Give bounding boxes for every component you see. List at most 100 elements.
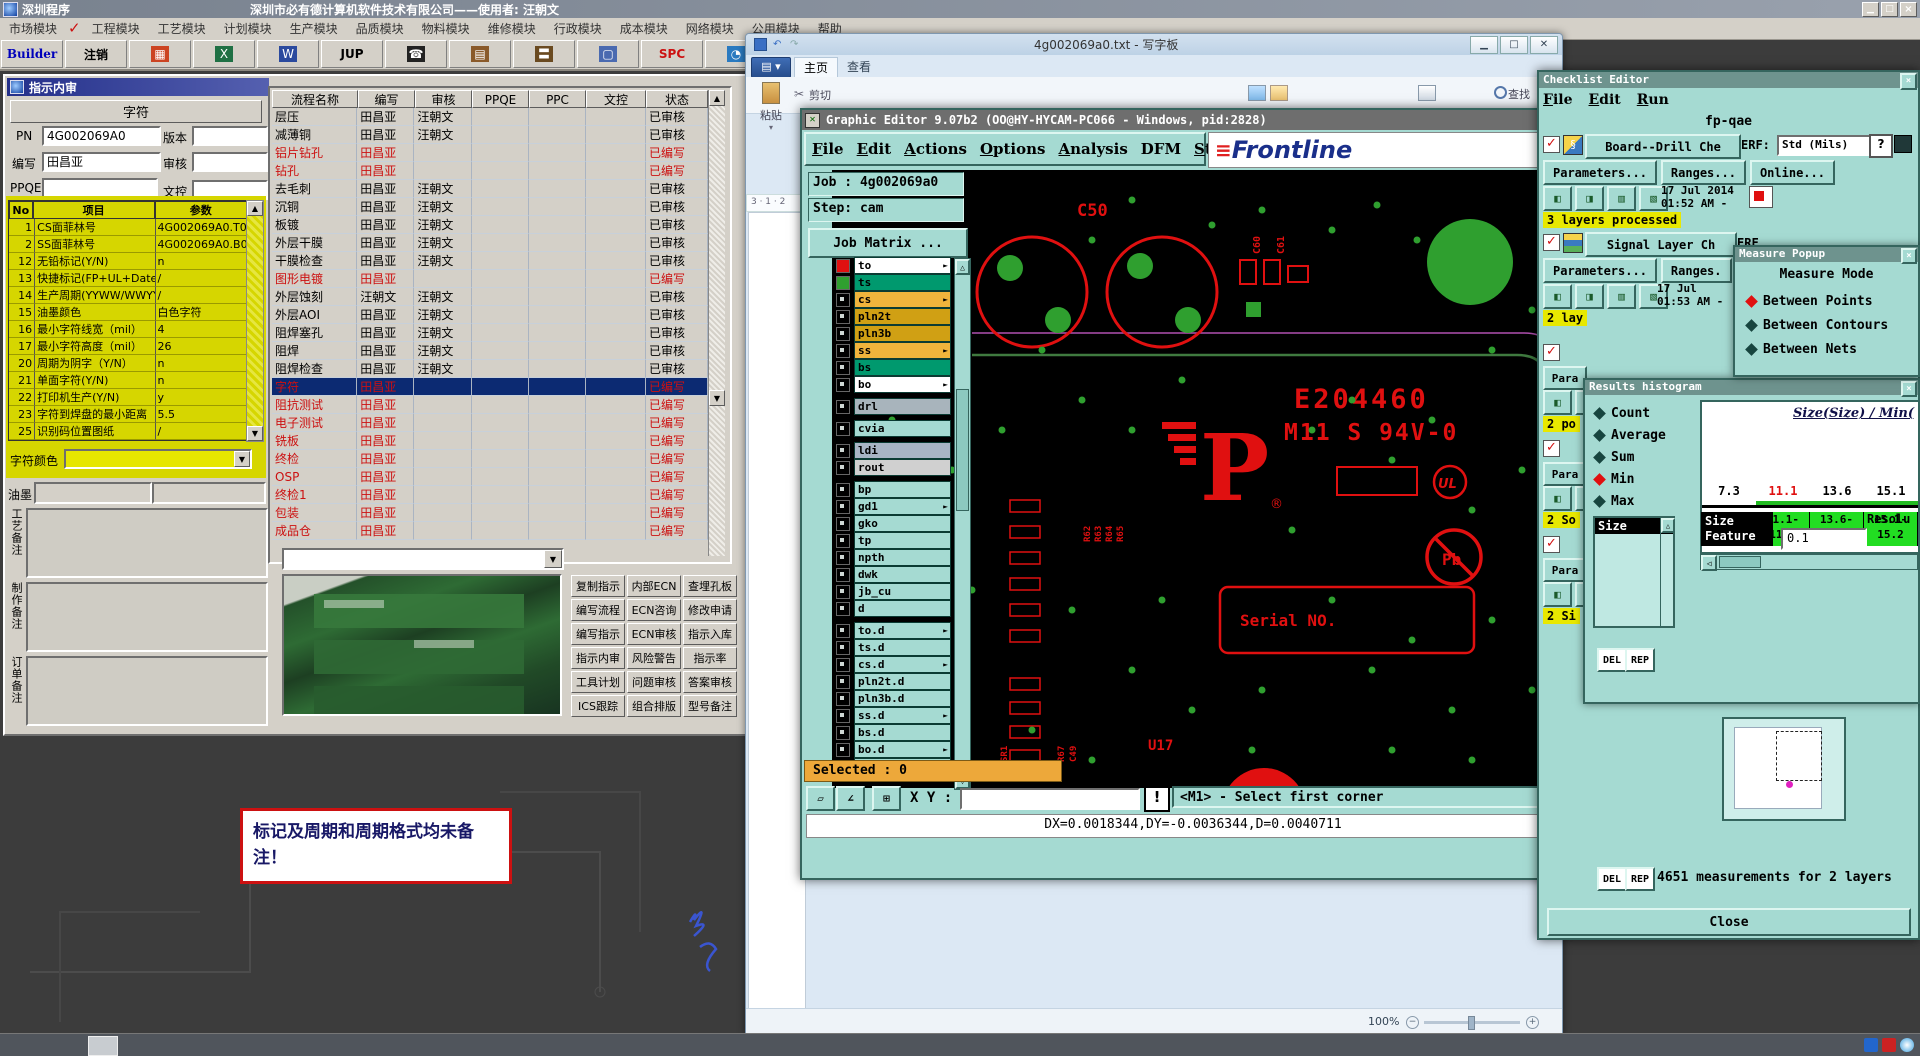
layer-name-button[interactable]: bs.d xyxy=(854,724,951,741)
menu-item-2[interactable]: 工艺模块 xyxy=(158,19,206,40)
action-button-0-2[interactable]: 查埋孔板 xyxy=(683,575,737,597)
table-row[interactable]: 23 字符到焊盘的最小距离 5.5 xyxy=(9,406,247,423)
tab-home[interactable]: 主页 xyxy=(794,57,838,78)
ge-layer-scrollbar[interactable]: △ ▽ xyxy=(954,258,971,790)
layer-row-gko[interactable]: gko xyxy=(836,515,952,532)
wordpad-app-button[interactable]: ▤ ▾ xyxy=(751,57,791,78)
excel-icon[interactable]: X xyxy=(193,40,255,68)
flow-filter-combo[interactable]: ▼ xyxy=(282,548,564,570)
fox-icon[interactable]: ▦ xyxy=(129,40,191,68)
table-row[interactable]: 外层AOI 田昌亚 汪朝文 已审核 xyxy=(272,306,708,324)
layer-row-ss.d[interactable]: ss.d ► xyxy=(836,707,952,724)
action-button-0-0[interactable]: 复制指示 xyxy=(571,575,625,597)
checklist-menu-edit[interactable]: Edit xyxy=(1589,92,1621,108)
scroll-left-icon[interactable]: ◁ xyxy=(1701,555,1717,571)
layer-visibility-toggle[interactable] xyxy=(836,482,850,497)
item1-buttons-1[interactable]: Ranges... xyxy=(1660,160,1746,185)
measure-tool-icon[interactable]: ∠ xyxy=(836,786,865,811)
layer-name-button[interactable]: npth xyxy=(854,549,951,566)
layer-row-pln2t.d[interactable]: pln2t.d xyxy=(836,673,952,690)
layer-name-button[interactable]: drl xyxy=(854,398,951,415)
layer-visibility-toggle[interactable] xyxy=(836,460,850,475)
stat-min[interactable]: Min xyxy=(1593,468,1695,490)
table-row[interactable]: 电子测试 田昌亚 已编写 xyxy=(272,414,708,432)
layer-row-pln3b.d[interactable]: pln3b.d xyxy=(836,690,952,707)
phone-icon[interactable]: ☎ xyxy=(385,40,447,68)
layer-visibility-toggle[interactable] xyxy=(836,674,850,689)
item1-erf-combo[interactable]: Std (Mils) xyxy=(1777,135,1872,156)
menu-item-9[interactable]: 成本模块 xyxy=(620,19,668,40)
scroll-up-icon[interactable]: △ xyxy=(955,259,970,275)
layer-row-ldi[interactable]: ldi xyxy=(836,442,952,459)
find-icon[interactable] xyxy=(1494,86,1507,99)
layer-visibility-toggle[interactable] xyxy=(836,275,850,290)
measure-popup-titlebar[interactable]: Measure Popup × xyxy=(1735,247,1918,264)
word-icon[interactable]: W xyxy=(257,40,319,68)
layer-visibility-toggle[interactable] xyxy=(836,584,850,599)
partial-checkbox-1[interactable]: ✓ xyxy=(1543,440,1560,457)
item1-checkbox[interactable]: ✓ xyxy=(1543,136,1560,153)
action-button-2-2[interactable]: 指示入库 xyxy=(683,623,737,645)
close-icon[interactable]: × xyxy=(1901,248,1917,264)
table-row[interactable]: 1 CS面菲林号 4G002069A0.T0 xyxy=(9,219,247,236)
layer-visibility-toggle[interactable] xyxy=(836,343,850,358)
table-row[interactable]: 17 最小字符高度（mil） 26 xyxy=(9,338,247,355)
measure-option-2[interactable]: Between Nets xyxy=(1745,337,1888,361)
maximize-button[interactable]: □ xyxy=(1881,1,1898,17)
zoom-slider-thumb[interactable] xyxy=(1468,1016,1475,1030)
table-row[interactable]: 板镀 田昌亚 汪朝文 已审核 xyxy=(272,216,708,234)
layer-name-button[interactable]: dwk xyxy=(854,566,951,583)
flow-header-4[interactable]: PPC xyxy=(529,90,586,108)
layer-visibility-toggle[interactable] xyxy=(836,691,850,706)
scroll-up-icon[interactable]: ▲ xyxy=(247,201,263,216)
ge-job-matrix-button[interactable]: Job Matrix ... xyxy=(808,228,968,258)
layer-row-npth[interactable]: npth xyxy=(836,549,952,566)
layer-name-button[interactable]: pln2t xyxy=(854,308,951,325)
find-label[interactable]: 查找 xyxy=(1508,86,1530,102)
zoom-out-icon[interactable]: − xyxy=(1406,1016,1419,1029)
measure-option-0[interactable]: Between Points xyxy=(1745,289,1888,313)
builder-button[interactable]: Builder xyxy=(1,40,63,68)
layer-row-cs.d[interactable]: cs.d ► xyxy=(836,656,952,673)
layer-name-button[interactable]: to.d ► xyxy=(854,622,951,639)
layer-name-button[interactable]: d xyxy=(854,600,951,617)
layer-visibility-toggle[interactable] xyxy=(836,292,850,307)
layer-visibility-toggle[interactable] xyxy=(836,443,850,458)
layer-row-bp[interactable]: bp xyxy=(836,481,952,498)
magnifier-icon[interactable] xyxy=(1894,135,1912,153)
maximize-button[interactable]: □ xyxy=(1500,35,1528,54)
menu-item-3[interactable]: 计划模块 xyxy=(224,19,272,40)
table-row[interactable]: 铝片钻孔 田昌亚 已编写 xyxy=(272,144,708,162)
stat-average[interactable]: Average xyxy=(1593,424,1695,446)
auditor-field[interactable] xyxy=(192,152,268,172)
layer-name-button[interactable]: bo ► xyxy=(854,376,951,393)
layer-name-button[interactable]: ts.d xyxy=(854,639,951,656)
ge-menu-actions[interactable]: Actions xyxy=(904,140,967,158)
table-row[interactable]: 25 识别码位置图纸 / xyxy=(9,423,247,440)
layer-name-button[interactable]: gko xyxy=(854,515,951,532)
writer-field[interactable]: 田昌亚 xyxy=(42,152,161,172)
grid-tool-icon[interactable]: ⊞ xyxy=(872,786,901,811)
partial-checkbox-2[interactable]: ✓ xyxy=(1543,536,1560,553)
action-button-2-0[interactable]: 编写指示 xyxy=(571,623,625,645)
table-row[interactable]: 21 单面字符(Y/N) n xyxy=(9,372,247,389)
layer-row-dwk[interactable]: dwk xyxy=(836,566,952,583)
layer-row-gd1[interactable]: gd1 ► xyxy=(836,498,952,515)
item2-name-button[interactable]: Signal Layer Ch xyxy=(1585,232,1737,257)
layer-row-bs.d[interactable]: bs.d xyxy=(836,724,952,741)
zoom-in-icon[interactable]: + xyxy=(1526,1016,1539,1029)
table-row[interactable]: 14 生产周期(YYWW/WWYY) / xyxy=(9,287,247,304)
version-field[interactable] xyxy=(192,126,268,146)
layer-visibility-toggle[interactable] xyxy=(836,516,850,531)
layer-name-button[interactable]: ss ► xyxy=(854,342,951,359)
menu-item-1[interactable]: 工程模块 xyxy=(92,19,140,40)
action-button-5-0[interactable]: ICS跟踪 xyxy=(571,695,625,717)
size-listbox[interactable]: Size △ xyxy=(1593,516,1675,628)
ink-field-2[interactable] xyxy=(152,482,266,504)
resolution-field[interactable]: 0.1 xyxy=(1781,528,1867,550)
jup-button[interactable]: JUP xyxy=(321,40,383,68)
ge-menu-edit[interactable]: Edit xyxy=(857,140,892,158)
close-icon[interactable]: × xyxy=(1900,73,1917,90)
run-icon-1[interactable]: ◨ xyxy=(1575,186,1604,211)
flow-header-5[interactable]: 文控 xyxy=(586,90,646,108)
